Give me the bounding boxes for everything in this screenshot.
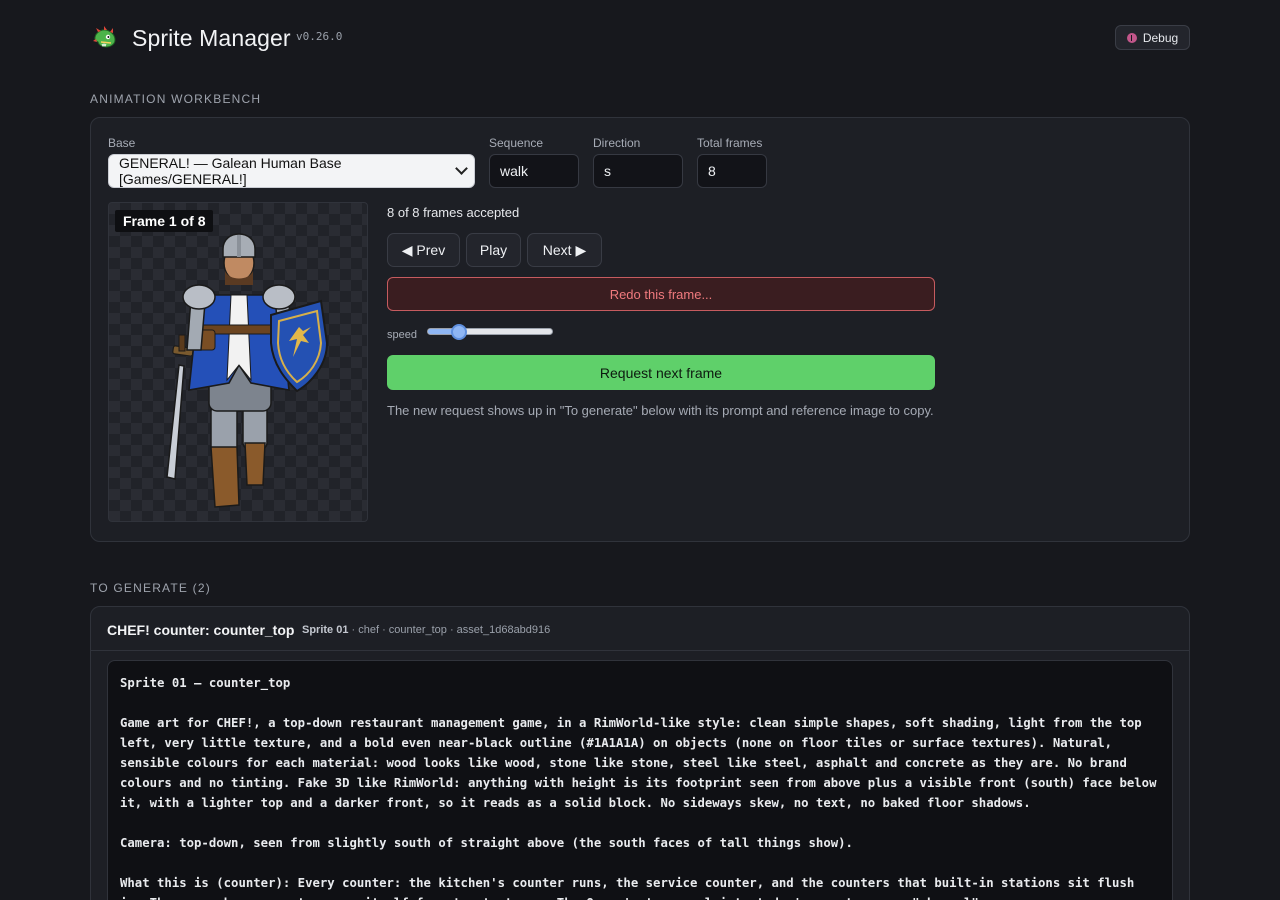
debug-label: Debug (1142, 30, 1179, 45)
prev-button[interactable]: ◀ Prev (387, 233, 460, 267)
redo-frame-button[interactable]: Redo this frame... (387, 277, 935, 311)
task-meta-rest: · chef · counter_top · asset_1d68abd916 (348, 624, 551, 636)
play-button[interactable]: Play (466, 233, 521, 267)
frame-preview: Frame 1 of 8 (108, 202, 368, 522)
base-select-value: GENERAL! — Galean Human Base [Games/GENE… (119, 155, 342, 187)
app-version: v0.26.0 (296, 30, 343, 43)
request-next-frame-button[interactable]: Request next frame (387, 355, 935, 390)
prompt-text-box[interactable]: Sprite 01 — counter_top Game art for CHE… (107, 660, 1173, 900)
sequence-input[interactable]: walk (489, 154, 579, 188)
workbench-panel: Base GENERAL! — Galean Human Base [Games… (90, 117, 1190, 542)
direction-label: Direction (593, 136, 641, 150)
request-hint: The new request shows up in "To generate… (387, 403, 934, 418)
debug-button[interactable]: Debug (1115, 25, 1190, 50)
workbench-section-title: ANIMATION WORKBENCH (90, 92, 262, 106)
task-title: CHEF! counter: counter_top (107, 622, 295, 638)
next-button[interactable]: Next ▶ (527, 233, 602, 267)
task-meta-sprite: Sprite 01 (302, 624, 349, 636)
speed-label: speed (387, 329, 417, 341)
prompt-line: Sprite 01 — counter_top (120, 676, 291, 690)
task-meta: Sprite 01 · chef · counter_top · asset_1… (302, 624, 550, 636)
total-frames-input[interactable]: 8 (697, 154, 767, 188)
app-title: Sprite Manager (132, 25, 291, 51)
frame-counter-badge: Frame 1 of 8 (115, 210, 214, 232)
total-frames-label: Total frames (697, 136, 763, 150)
prompt-line: Game art for CHEF!, a top-down restauran… (120, 716, 1157, 810)
bug-icon (1126, 32, 1137, 43)
direction-value: s (604, 163, 611, 179)
frames-status: 8 of 8 frames accepted (387, 205, 520, 220)
prompt-line: What this is (counter): Every counter: t… (120, 876, 1135, 900)
prompt-line: Camera: top-down, seen from slightly sou… (120, 836, 853, 850)
knight-sprite-image (166, 233, 329, 508)
sequence-value: walk (500, 163, 529, 179)
direction-input[interactable]: s (593, 154, 683, 188)
sequence-label: Sequence (489, 136, 544, 150)
task-header: CHEF! counter: counter_top Sprite 01 · c… (91, 607, 1189, 651)
generate-task-card: CHEF! counter: counter_top Sprite 01 · c… (90, 606, 1190, 900)
app-header: Sprite Manager v0.26.0 Debug (90, 22, 1190, 54)
speed-slider[interactable] (427, 324, 553, 340)
to-generate-section-title: TO GENERATE (2) (90, 581, 211, 595)
base-label: Base (108, 136, 136, 150)
total-frames-value: 8 (708, 163, 716, 179)
base-select[interactable]: GENERAL! — Galean Human Base [Games/GENE… (108, 154, 475, 188)
dragon-logo-icon (93, 26, 116, 48)
speed-slider-thumb[interactable] (451, 324, 467, 340)
